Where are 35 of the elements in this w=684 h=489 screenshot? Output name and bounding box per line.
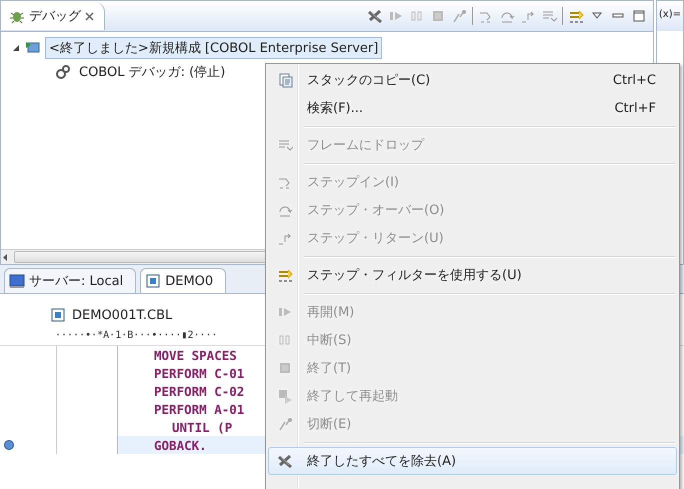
view-tab[interactable]: DEMO0	[140, 268, 226, 293]
view-tab[interactable]: サーバー: Local	[4, 268, 136, 293]
tree-item[interactable]: <終了しました>新規構成 [COBOL Enterprise Server]	[45, 37, 382, 59]
file-name: DEMO001T.CBL	[72, 308, 172, 322]
remove-all-icon	[366, 8, 383, 24]
menu-item[interactable]: 検索(F)... Ctrl+F	[268, 94, 677, 122]
terminate-icon	[277, 360, 293, 376]
code-line: MOVE SPACES	[154, 348, 237, 362]
expand-toggle[interactable]	[11, 43, 21, 53]
scroll-left-icon[interactable]	[1, 252, 10, 262]
close-icon[interactable]	[85, 12, 94, 20]
menu-item[interactable]: ステップ・フィルターを使用する(U)	[268, 261, 677, 289]
code-line: PERFORM C-01	[154, 366, 244, 380]
code-line: PERFORM A-01	[154, 402, 244, 416]
copy-icon	[277, 72, 293, 88]
code-line: GOBACK.	[154, 438, 207, 452]
debug-tab[interactable]: デバッグ	[1, 2, 105, 30]
monitor-icon	[9, 273, 25, 289]
menu-item[interactable]: 終了したすべてを除去(A)	[268, 447, 677, 475]
step-filter-icon	[568, 8, 584, 24]
maximize-icon[interactable]	[630, 8, 647, 24]
disconnect-icon	[277, 416, 293, 432]
disconnect-icon	[450, 8, 467, 24]
tab-label: デバッグ	[29, 8, 81, 25]
variables-tab[interactable]: (x)=	[656, 1, 683, 28]
code-line: UNTIL (P	[172, 420, 232, 434]
remove-all-icon	[277, 453, 293, 469]
tree-item[interactable]: COBOL デバッガ: (停止)	[75, 61, 230, 83]
file-icon	[50, 307, 66, 323]
menu-item[interactable]: スタックのコピー(C) Ctrl+C	[268, 66, 677, 94]
code-line: PERFORM C-02	[154, 384, 244, 398]
gear-icon	[55, 64, 71, 80]
step-filter-icon	[277, 267, 293, 283]
file-icon	[145, 273, 162, 289]
breakpoint-marker[interactable]	[4, 440, 14, 450]
